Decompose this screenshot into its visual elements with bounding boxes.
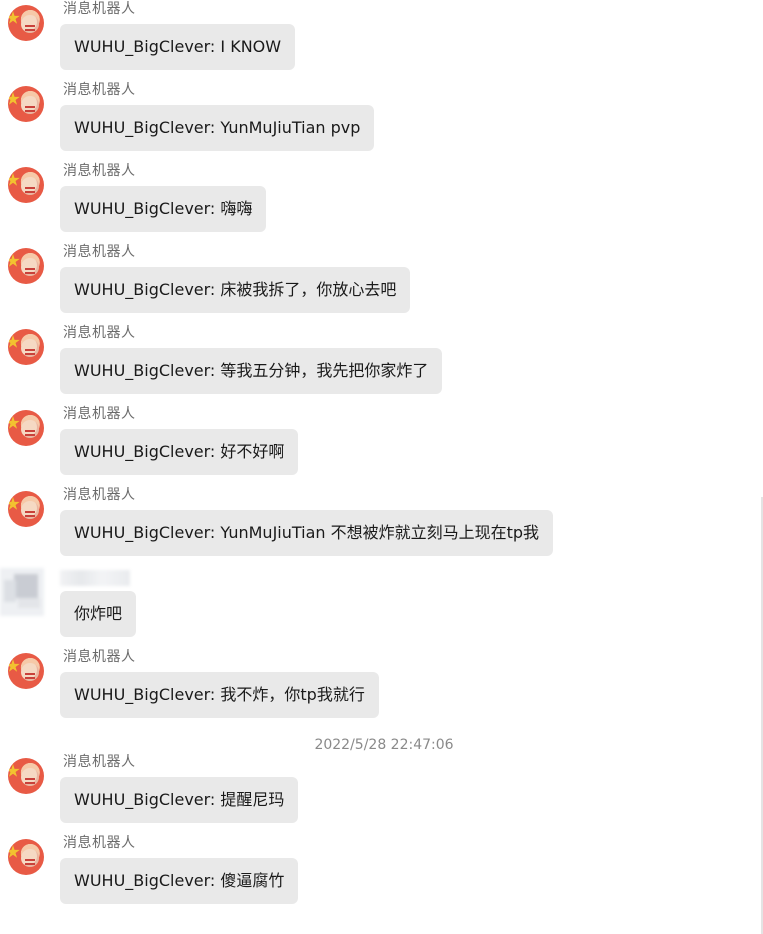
bot-avatar[interactable] — [8, 5, 44, 41]
message-bubble[interactable]: 你炸吧 — [60, 591, 137, 637]
sender-name: 消息机器人 — [63, 406, 136, 422]
sender-name: 消息机器人 — [63, 244, 136, 260]
sender-name: 消息机器人 — [63, 835, 136, 851]
bot-avatar[interactable] — [8, 839, 44, 875]
sender-name: 消息机器人 — [63, 163, 136, 179]
message-bubble[interactable]: WUHU_BigClever: 我不炸，你tp我就行 — [60, 672, 379, 718]
user-avatar[interactable] — [0, 568, 44, 616]
sender-name: 消息机器人 — [63, 487, 136, 503]
message-bubble[interactable]: WUHU_BigClever: 等我五分钟，我先把你家炸了 — [60, 348, 443, 394]
sender-name: 消息机器人 — [63, 754, 136, 770]
bot-avatar[interactable] — [8, 653, 44, 689]
sender-name: 消息机器人 — [63, 325, 136, 341]
message-bubble[interactable]: WUHU_BigClever: 提醒尼玛 — [60, 777, 299, 823]
sender-name — [60, 570, 130, 586]
message-bubble[interactable]: WUHU_BigClever: YunMuJiuTian 不想被炸就立刻马上现在… — [60, 510, 554, 556]
message-bubble[interactable]: WUHU_BigClever: I KNOW — [60, 24, 296, 70]
message-bubble[interactable]: WUHU_BigClever: 好不好啊 — [60, 429, 299, 475]
bot-avatar[interactable] — [8, 491, 44, 527]
chat-message-list[interactable]: 消息机器人 WUHU_BigClever: I KNOW 消息机器人 WUHU_… — [0, 0, 763, 934]
sender-name: 消息机器人 — [63, 82, 136, 98]
message-bubble[interactable]: WUHU_BigClever: 傻逼腐竹 — [60, 858, 299, 904]
bot-avatar[interactable] — [8, 329, 44, 365]
message-bubble[interactable]: WUHU_BigClever: YunMuJiuTian pvp — [60, 105, 375, 151]
bot-avatar[interactable] — [8, 167, 44, 203]
bot-avatar[interactable] — [8, 758, 44, 794]
bot-avatar[interactable] — [8, 410, 44, 446]
bot-avatar[interactable] — [8, 86, 44, 122]
bot-avatar[interactable] — [8, 248, 44, 284]
sender-name: 消息机器人 — [63, 1, 136, 17]
message-bubble[interactable]: WUHU_BigClever: 嗨嗨 — [60, 186, 267, 232]
message-bubble[interactable]: WUHU_BigClever: 床被我拆了，你放心去吧 — [60, 267, 411, 313]
sender-name: 消息机器人 — [63, 649, 136, 665]
